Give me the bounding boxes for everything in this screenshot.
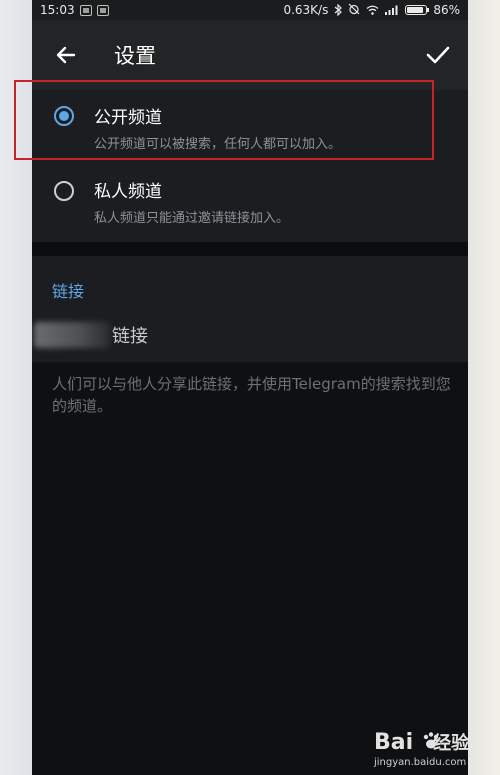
right-background — [468, 0, 500, 775]
watermark-url: jingyan.baidu.com — [374, 757, 467, 768]
baidu-watermark: Bai 经验 jingyan.baidu.com — [368, 729, 498, 773]
page-title: 设置 — [114, 44, 156, 68]
paw-icon — [423, 732, 439, 749]
option-title: 私人频道 — [94, 182, 162, 202]
battery-icon — [405, 5, 430, 15]
link-section: 链接 链接 — [32, 256, 468, 362]
option-description: 私人频道只能通过邀请链接加入。 — [94, 211, 290, 226]
section-divider — [32, 242, 468, 256]
annotation-highlight-box — [14, 80, 434, 160]
notification-app-icon — [79, 4, 92, 16]
link-section-header: 链接 — [52, 282, 85, 301]
arrow-left-icon — [56, 46, 76, 64]
notification-app-icon-2 — [96, 4, 109, 16]
battery-percent: 86% — [433, 3, 460, 17]
checkmark-icon — [426, 46, 450, 64]
network-speed: 0.63K/s — [283, 3, 329, 17]
link-input[interactable]: 链接 — [32, 316, 468, 356]
blurred-link-prefix — [34, 322, 110, 348]
option-private-channel[interactable]: 私人频道 私人频道只能通过邀请链接加入。 — [32, 166, 468, 242]
status-time: 15:03 — [40, 3, 75, 17]
signal-icon — [385, 5, 399, 15]
bluetooth-icon — [334, 4, 343, 16]
radio-unselected-icon[interactable] — [54, 181, 74, 201]
status-bar: 15:03 0.63K/s 86% — [32, 0, 468, 20]
alarm-off-icon — [348, 3, 360, 18]
link-hint: 人们可以与他人分享此链接，并使用Telegram的搜索找到您的频道。 — [52, 375, 451, 415]
link-text: 链接 — [112, 326, 148, 347]
wifi-icon — [366, 5, 379, 15]
